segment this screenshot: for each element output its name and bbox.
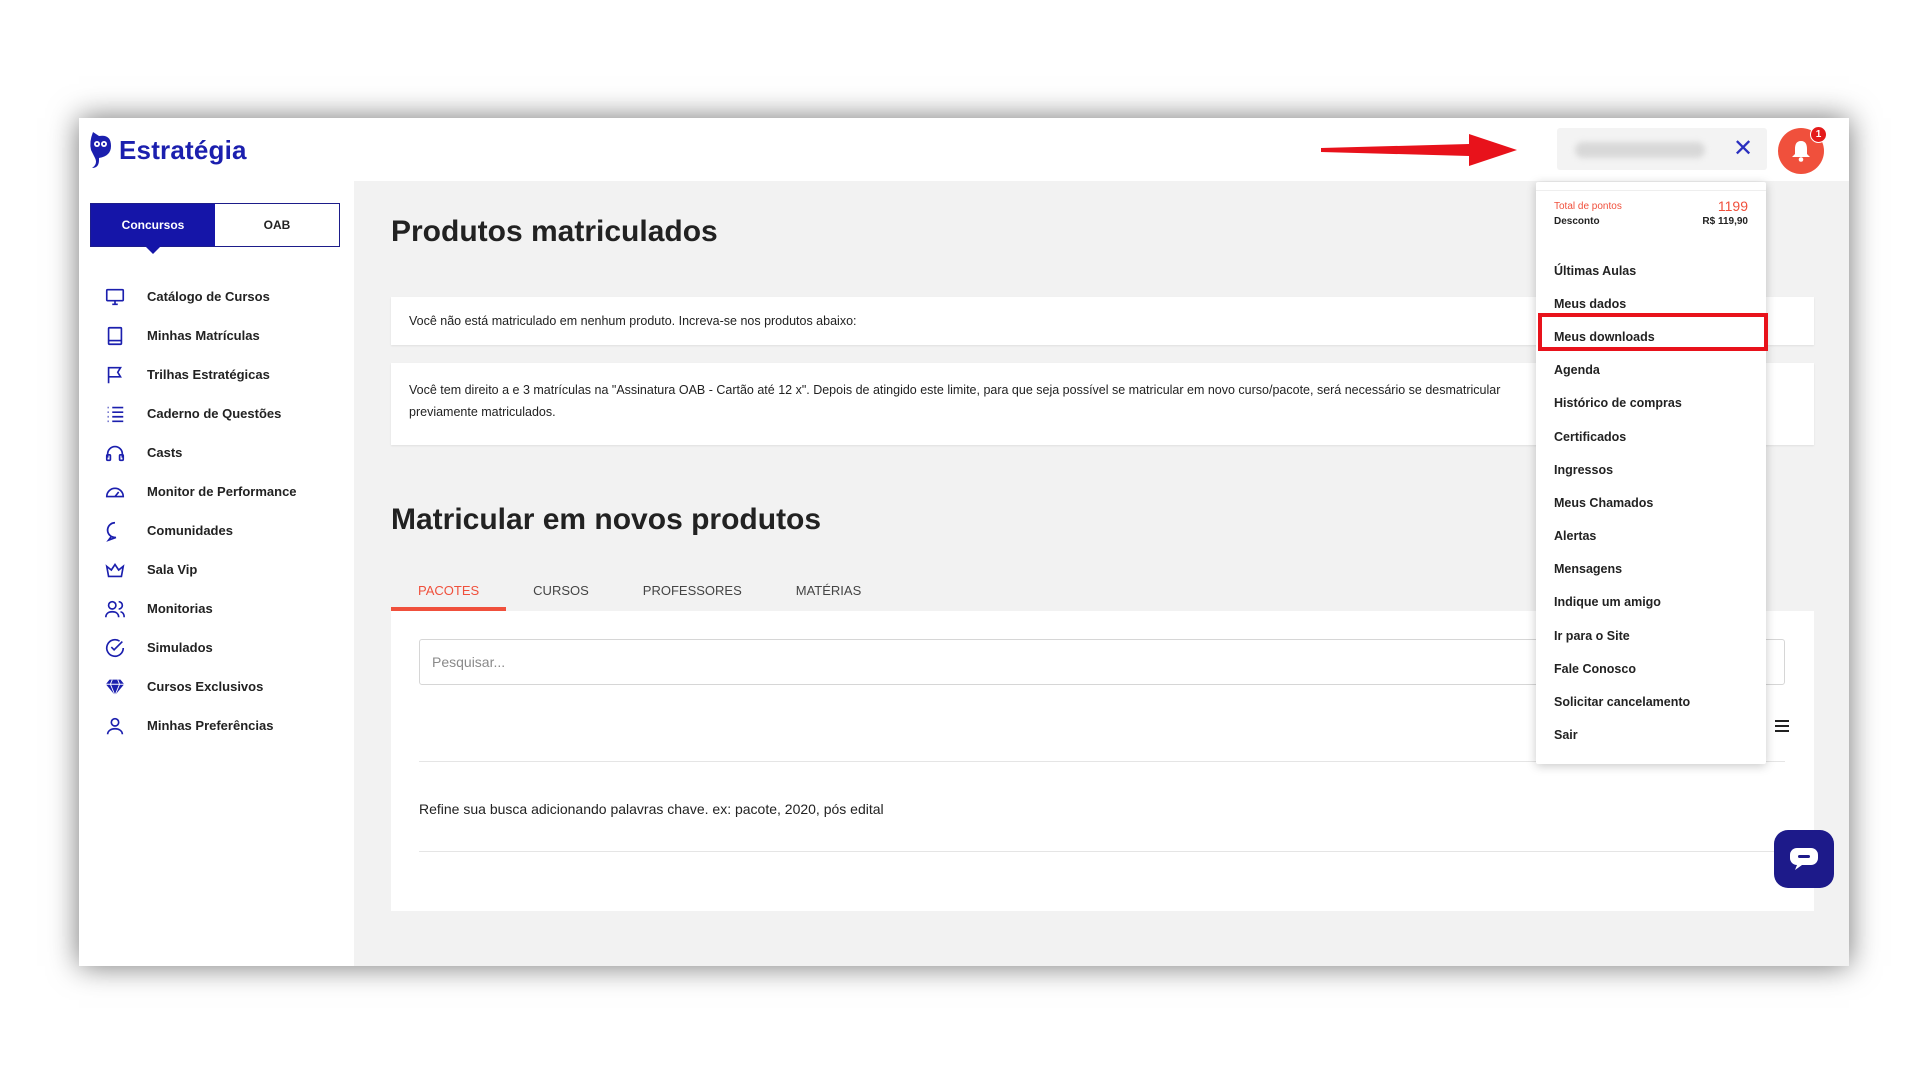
brand-name: Estratégia [119, 134, 247, 165]
menu-item-historico-compras[interactable]: Histórico de compras [1554, 387, 1754, 420]
chat-bubble-icon [103, 519, 127, 543]
product-tabs: PACOTES CURSOS PROFESSORES MATÉRIAS [391, 575, 888, 611]
new-products-title: Matricular em novos produtos [391, 503, 822, 536]
sidebar-item-matriculas[interactable]: Minhas Matrículas [103, 316, 353, 355]
segment-oab[interactable]: OAB [215, 204, 339, 246]
close-icon[interactable]: ✕ [1733, 134, 1753, 164]
discount-value: R$ 119,90 [1702, 216, 1748, 227]
points-summary: Total de pontos 1199 Desconto R$ 119,90 [1536, 190, 1766, 227]
monitor-icon [103, 285, 127, 309]
list-view-icon[interactable] [1770, 714, 1794, 738]
sidebar-item-trilhas[interactable]: Trilhas Estratégicas [103, 355, 353, 394]
notifications-button[interactable]: 1 [1778, 126, 1827, 174]
bell-icon [1792, 141, 1810, 162]
menu-item-meus-chamados[interactable]: Meus Chamados [1554, 486, 1754, 519]
sidebar-item-label: Simulados [147, 640, 213, 655]
menu-item-fale-conosco[interactable]: Fale Conosco [1554, 652, 1754, 685]
discount-label: Desconto [1554, 216, 1600, 227]
sidebar-item-label: Caderno de Questões [147, 406, 282, 421]
annotation-arrow-icon [1321, 134, 1517, 166]
sidebar-item-label: Minhas Preferências [147, 718, 274, 733]
chat-button[interactable] [1774, 830, 1834, 888]
menu-item-alertas[interactable]: Alertas [1554, 520, 1754, 553]
list-icon [103, 402, 127, 426]
logo[interactable]: Estratégia [89, 128, 247, 172]
divider [1536, 190, 1766, 191]
user-dropdown-menu: Total de pontos 1199 Desconto R$ 119,90 … [1536, 182, 1768, 764]
enrolled-title: Produtos matriculados [391, 215, 718, 248]
sidebar-item-preferencias[interactable]: Minhas Preferências [103, 706, 353, 745]
tab-professores[interactable]: PROFESSORES [616, 575, 769, 611]
sidebar-item-label: Catálogo de Cursos [147, 289, 270, 304]
book-icon [103, 324, 127, 348]
menu-item-ultimas-aulas[interactable]: Últimas Aulas [1554, 254, 1754, 287]
sidebar-item-label: Sala Vip [147, 562, 198, 577]
headphones-icon [103, 441, 127, 465]
tab-pacotes[interactable]: PACOTES [391, 575, 507, 611]
sidebar-item-label: Monitor de Performance [147, 484, 297, 499]
crown-icon [103, 558, 127, 582]
menu-item-ir-para-site[interactable]: Ir para o Site [1554, 619, 1754, 652]
chat-icon [1790, 848, 1818, 870]
sidebar-item-catalogo[interactable]: Catálogo de Cursos [103, 277, 353, 316]
owl-logo-icon [90, 132, 111, 168]
menu-item-agenda[interactable]: Agenda [1554, 354, 1754, 387]
segment-switch: Concursos OAB [90, 203, 340, 254]
sidebar-item-exclusivos[interactable]: Cursos Exclusivos [103, 667, 353, 706]
divider [419, 851, 1785, 852]
diamond-icon [103, 675, 127, 699]
check-circle-icon [103, 636, 127, 660]
sidebar-item-label: Monitorias [147, 601, 213, 616]
top-bar: Estratégia ✕ 1 [79, 118, 1849, 181]
sidebar-item-comunidades[interactable]: Comunidades [103, 511, 353, 550]
tab-cursos[interactable]: CURSOS [506, 575, 616, 611]
user-icon [103, 714, 127, 738]
menu-item-ingressos[interactable]: Ingressos [1554, 453, 1754, 486]
menu-item-mensagens[interactable]: Mensagens [1554, 553, 1754, 586]
sidebar-nav: Catálogo de Cursos Minhas Matrículas Tri… [103, 277, 353, 745]
sidebar-item-label: Cursos Exclusivos [147, 679, 264, 694]
flag-icon [103, 363, 127, 387]
sidebar-item-label: Trilhas Estratégicas [147, 367, 270, 382]
menu-item-solicitar-cancelamento[interactable]: Solicitar cancelamento [1554, 685, 1754, 718]
sidebar-item-monitor[interactable]: Monitor de Performance [103, 472, 353, 511]
gauge-icon [103, 480, 127, 504]
users-icon [103, 597, 127, 621]
menu-item-certificados[interactable]: Certificados [1554, 420, 1754, 453]
user-menu-toggle[interactable]: ✕ [1557, 128, 1767, 170]
menu-item-sair[interactable]: Sair [1554, 719, 1754, 752]
tab-materias[interactable]: MATÉRIAS [769, 575, 889, 611]
segment-concursos[interactable]: Concursos [91, 204, 215, 254]
notification-badge: 1 [1810, 126, 1827, 143]
user-name-redacted [1575, 142, 1705, 158]
sidebar-item-label: Casts [147, 445, 183, 460]
highlight-box [1538, 313, 1768, 351]
sidebar-item-label: Comunidades [147, 523, 233, 538]
points-value: 1199 [1717, 198, 1748, 214]
menu-item-indique-amigo[interactable]: Indique um amigo [1554, 586, 1754, 619]
sidebar-item-monitorias[interactable]: Monitorias [103, 589, 353, 628]
sidebar-item-sala-vip[interactable]: Sala Vip [103, 550, 353, 589]
sidebar-item-simulados[interactable]: Simulados [103, 628, 353, 667]
sidebar-item-label: Minhas Matrículas [147, 328, 260, 343]
app-window: Estratégia ✕ 1 Concursos OAB Catálogo de… [79, 118, 1849, 966]
points-label: Total de pontos [1554, 200, 1622, 212]
search-hint: Refine sua busca adicionando palavras ch… [419, 801, 884, 817]
sidebar-item-casts[interactable]: Casts [103, 433, 353, 472]
sidebar-item-caderno[interactable]: Caderno de Questões [103, 394, 353, 433]
sidebar: Concursos OAB Catálogo de Cursos Minhas … [79, 181, 354, 966]
